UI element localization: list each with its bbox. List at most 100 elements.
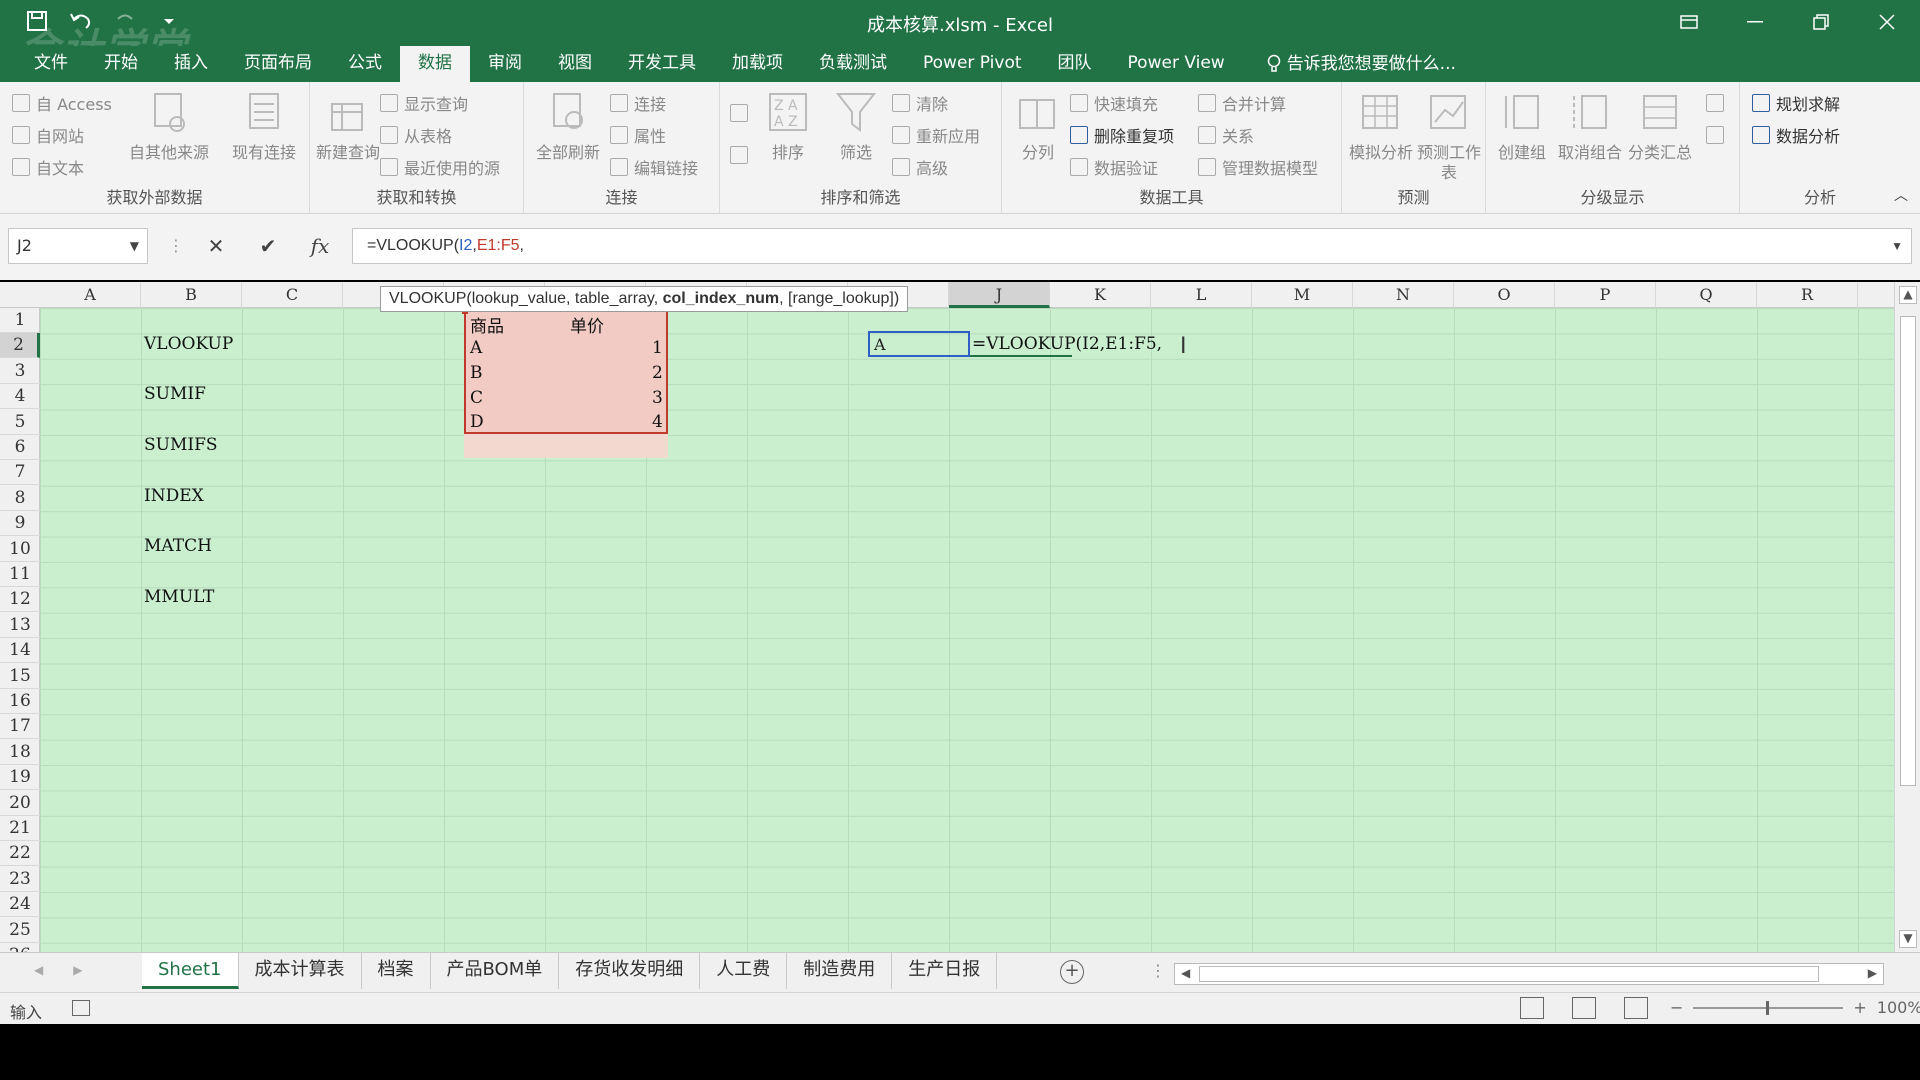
data-analysis-button[interactable]: 数据分析 [1752, 122, 1840, 148]
scroll-up-icon[interactable]: ▲ [1899, 286, 1917, 304]
row-header-14[interactable]: 14 [0, 638, 40, 664]
tab-addins[interactable]: 加载项 [714, 46, 801, 82]
macro-record-icon[interactable] [72, 1000, 90, 1016]
sheet-tab-overhead[interactable]: 制造费用 [787, 953, 893, 989]
reapply-button[interactable]: 重新应用 [892, 122, 980, 148]
table-price-d[interactable]: 4 [652, 412, 663, 432]
scroll-right-icon[interactable]: ▶ [1868, 966, 1877, 980]
text-to-columns-button[interactable]: 分列 [1010, 90, 1066, 163]
zoom-slider[interactable] [1693, 1000, 1844, 1015]
tab-power-pivot[interactable]: Power Pivot [905, 46, 1040, 82]
row-header-25[interactable]: 25 [0, 918, 40, 943]
cell-b12[interactable]: MMULT [144, 587, 214, 607]
cell-i2-lookup-value[interactable]: A [868, 331, 970, 357]
manage-data-model-button[interactable]: 管理数据模型 [1198, 154, 1318, 180]
row-header-19[interactable]: 19 [0, 765, 40, 791]
horizontal-scrollbar[interactable]: ◀ ▶ [1174, 963, 1884, 985]
chevron-down-icon[interactable]: ▼ [130, 229, 139, 263]
row-header-11[interactable]: 11 [0, 562, 40, 587]
consolidate-button[interactable]: 合并计算 [1198, 90, 1286, 116]
lookup-table-range[interactable]: 商品 单价 A 1 B 2 C 3 D 4 [462, 308, 668, 434]
column-header-r[interactable]: R [1757, 282, 1858, 308]
row-header-16[interactable]: 16 [0, 689, 40, 714]
zoom-level[interactable]: 100% [1877, 998, 1920, 1017]
scroll-left-icon[interactable]: ◀ [1181, 966, 1190, 980]
prev-sheet-icon[interactable]: ◀ [34, 963, 43, 977]
column-header-p[interactable]: P [1555, 282, 1656, 308]
sheet-tab-daily[interactable]: 生产日报 [892, 953, 998, 989]
sheet-tab-sheet1[interactable]: Sheet1 [142, 953, 239, 989]
row-header-3[interactable]: 3 [0, 359, 40, 384]
table-item-a[interactable]: A [470, 338, 482, 358]
row-header-20[interactable]: 20 [0, 791, 40, 816]
from-web-button[interactable]: 自网站 [12, 122, 84, 148]
tab-data[interactable]: 数据 [400, 46, 470, 82]
what-if-analysis-button[interactable]: 模拟分析 [1346, 90, 1416, 163]
from-table-button[interactable]: 从表格 [380, 122, 452, 148]
row-header-18[interactable]: 18 [0, 740, 40, 765]
page-break-view-icon[interactable] [1624, 997, 1648, 1019]
show-detail-button[interactable] [1706, 90, 1724, 116]
sheet-tab-inventory[interactable]: 存货收发明细 [559, 953, 701, 989]
vertical-scroll-thumb[interactable] [1900, 316, 1916, 786]
zoom-out-icon[interactable]: − [1670, 998, 1683, 1017]
split-handle-icon[interactable]: ⋮ [1150, 961, 1166, 980]
tab-view[interactable]: 视图 [540, 46, 610, 82]
cell-area[interactable] [40, 308, 1894, 952]
subtotal-button[interactable]: 分类汇总 [1624, 90, 1696, 163]
tab-team[interactable]: 团队 [1040, 46, 1110, 82]
row-header-22[interactable]: 22 [0, 841, 40, 867]
cell-b2[interactable]: VLOOKUP [144, 334, 233, 354]
advanced-filter-button[interactable]: 高级 [892, 154, 948, 180]
tab-home[interactable]: 开始 [86, 46, 156, 82]
table-header-item[interactable]: 商品 [470, 312, 504, 337]
scroll-down-icon[interactable]: ▼ [1899, 930, 1917, 948]
relationships-button[interactable]: 关系 [1198, 122, 1254, 148]
sort-button[interactable]: Z AA Z 排序 [758, 90, 818, 163]
close-icon[interactable] [1854, 0, 1920, 44]
ribbon-display-icon[interactable] [1656, 0, 1722, 44]
zoom-in-icon[interactable]: + [1853, 998, 1866, 1017]
sort-ascending-button[interactable] [730, 100, 748, 126]
column-header-o[interactable]: O [1454, 282, 1555, 308]
tab-review[interactable]: 审阅 [470, 46, 540, 82]
solver-button[interactable]: 规划求解 [1752, 90, 1840, 116]
row-header-17[interactable]: 17 [0, 714, 40, 740]
insert-function-icon[interactable]: fx [300, 228, 340, 264]
cancel-icon[interactable]: ✕ [196, 228, 236, 264]
sheet-tab-archive[interactable]: 档案 [362, 953, 431, 989]
row-header-9[interactable]: 9 [0, 511, 40, 537]
row-header-6[interactable]: 6 [0, 435, 40, 460]
forecast-sheet-button[interactable]: 预测工作表 [1416, 90, 1482, 183]
table-header-price[interactable]: 单价 [570, 312, 604, 337]
table-item-d[interactable]: D [470, 412, 484, 432]
row-header-5[interactable]: 5 [0, 410, 40, 435]
tab-page-layout[interactable]: 页面布局 [226, 46, 330, 82]
row-header-1[interactable]: 1 [0, 308, 40, 333]
row-header-26[interactable]: 26 [0, 943, 40, 952]
sheet-tab-cost-calc[interactable]: 成本计算表 [239, 953, 362, 989]
filter-button[interactable]: 筛选 [826, 90, 886, 163]
name-box[interactable]: J2 ▼ [8, 228, 148, 264]
table-price-b[interactable]: 2 [652, 363, 663, 383]
restore-icon[interactable] [1788, 0, 1854, 44]
row-header-12[interactable]: 12 [0, 587, 40, 613]
refresh-all-button[interactable]: 全部刷新 [528, 90, 608, 163]
existing-connections-button[interactable]: 现有连接 [226, 90, 302, 163]
row-header-23[interactable]: 23 [0, 867, 40, 892]
column-header-c[interactable]: C [242, 282, 343, 308]
column-header-j[interactable]: J [949, 282, 1050, 308]
column-header-n[interactable]: N [1353, 282, 1454, 308]
sheet-tab-bom[interactable]: 产品BOM单 [431, 953, 560, 989]
enter-icon[interactable]: ✔ [248, 228, 288, 264]
row-header-10[interactable]: 10 [0, 537, 40, 562]
page-layout-view-icon[interactable] [1572, 997, 1596, 1019]
from-text-button[interactable]: 自文本 [12, 154, 84, 180]
normal-view-icon[interactable] [1520, 997, 1544, 1019]
cell-b6[interactable]: SUMIFS [144, 435, 218, 455]
tab-load-test[interactable]: 负载测试 [801, 46, 905, 82]
minimize-icon[interactable] [1722, 0, 1788, 44]
column-header-m[interactable]: M [1252, 282, 1353, 308]
row-header-21[interactable]: 21 [0, 816, 40, 841]
tab-developer[interactable]: 开发工具 [610, 46, 714, 82]
